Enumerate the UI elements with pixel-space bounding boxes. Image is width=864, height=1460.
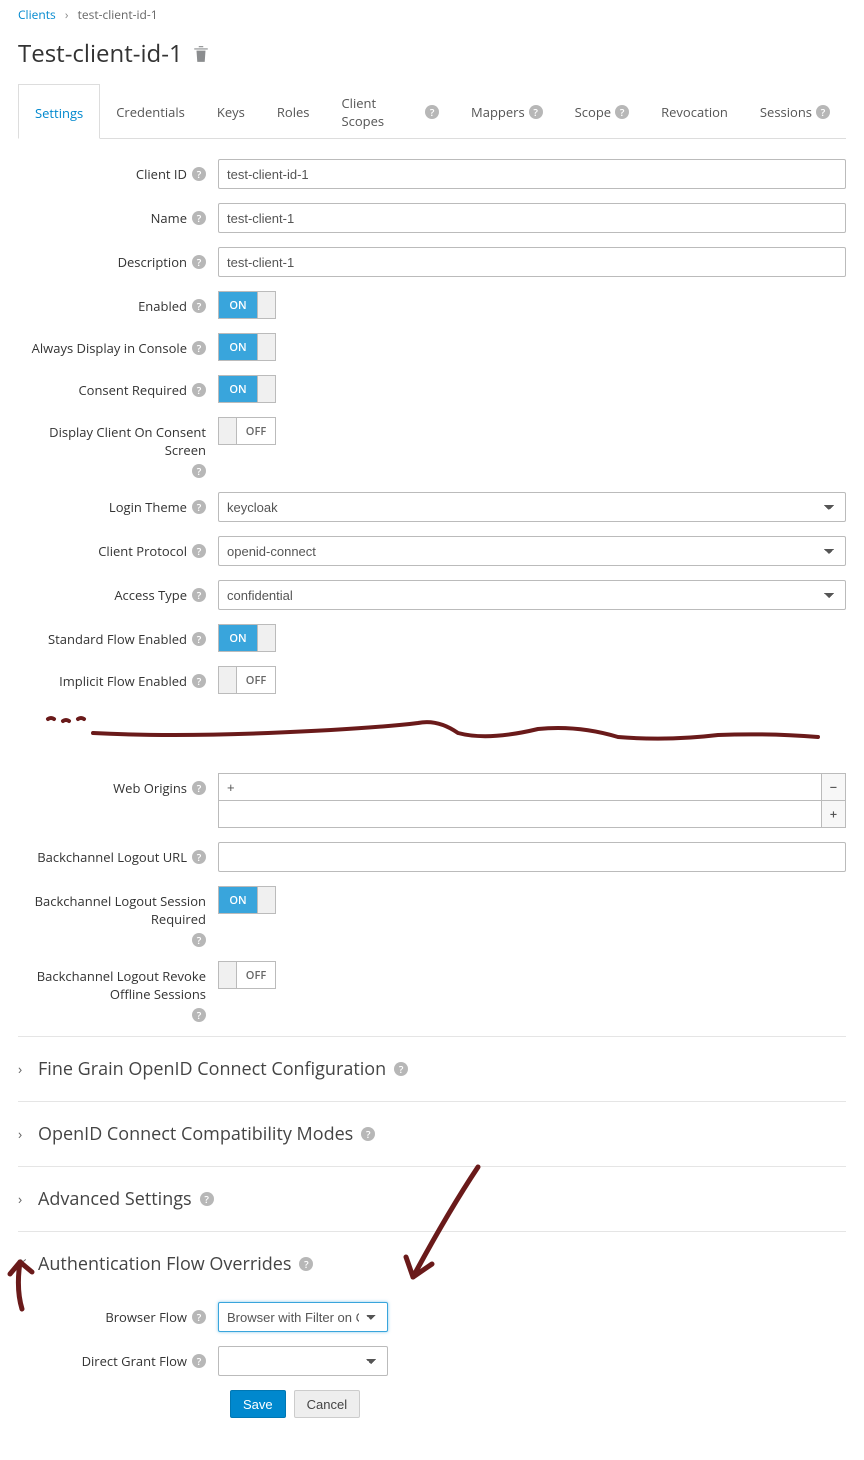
tab-mappers[interactable]: Mappers? xyxy=(455,84,559,138)
browser-flow-select[interactable]: Browser with Filter on Cli xyxy=(218,1302,388,1332)
section-auth-overrides-title: Authentication Flow Overrides xyxy=(38,1252,291,1276)
web-origins-multi: − + xyxy=(218,773,846,828)
breadcrumb-current: test-client-id-1 xyxy=(78,6,158,23)
label-client-id: Client ID xyxy=(136,165,187,183)
help-icon[interactable]: ? xyxy=(394,1062,408,1076)
label-backchannel-revoke: Backchannel Logout Revoke Offline Sessio… xyxy=(18,967,206,1003)
help-icon[interactable]: ? xyxy=(192,167,206,181)
direct-grant-flow-select[interactable] xyxy=(218,1346,388,1376)
help-icon[interactable]: ? xyxy=(192,1354,206,1368)
label-backchannel-url: Backchannel Logout URL xyxy=(37,848,187,866)
help-icon[interactable]: ? xyxy=(615,105,629,119)
help-icon[interactable]: ? xyxy=(192,211,206,225)
chevron-right-icon: › xyxy=(18,1190,30,1209)
label-standard-flow: Standard Flow Enabled xyxy=(48,630,187,648)
help-icon[interactable]: ? xyxy=(192,781,206,795)
tab-roles[interactable]: Roles xyxy=(261,84,326,138)
backchannel-logout-url-input[interactable] xyxy=(218,842,846,872)
help-icon[interactable]: ? xyxy=(361,1127,375,1141)
section-compat-title: OpenID Connect Compatibility Modes xyxy=(38,1122,353,1146)
implicit-flow-toggle[interactable]: OFF xyxy=(218,666,276,694)
tab-keys[interactable]: Keys xyxy=(201,84,261,138)
help-icon[interactable]: ? xyxy=(816,105,830,119)
label-consent-required: Consent Required xyxy=(78,381,187,399)
tab-credentials[interactable]: Credentials xyxy=(100,84,201,138)
add-origin-button[interactable]: + xyxy=(821,801,845,827)
tab-revocation[interactable]: Revocation xyxy=(645,84,744,138)
help-icon[interactable]: ? xyxy=(200,1192,214,1206)
help-icon[interactable]: ? xyxy=(192,464,206,478)
remove-origin-button[interactable]: − xyxy=(821,774,845,800)
help-icon[interactable]: ? xyxy=(192,544,206,558)
login-theme-select[interactable]: keycloak xyxy=(218,492,846,522)
label-browser-flow: Browser Flow xyxy=(105,1308,187,1326)
section-advanced-title: Advanced Settings xyxy=(38,1187,192,1211)
standard-flow-toggle[interactable]: ON xyxy=(218,624,276,652)
client-id-input[interactable] xyxy=(218,159,846,189)
help-icon[interactable]: ? xyxy=(192,933,206,947)
section-auth-overrides[interactable]: › Authentication Flow Overrides ? xyxy=(18,1248,846,1280)
label-implicit-flow: Implicit Flow Enabled xyxy=(59,672,187,690)
label-backchannel-session: Backchannel Logout Session Required xyxy=(18,892,206,928)
label-web-origins: Web Origins xyxy=(113,779,187,797)
delete-icon[interactable] xyxy=(193,45,209,63)
tab-client-scopes[interactable]: Client Scopes? xyxy=(325,84,455,138)
name-input[interactable] xyxy=(218,203,846,233)
page-title: Test-client-id-1 xyxy=(18,37,846,70)
breadcrumb-root-link[interactable]: Clients xyxy=(18,6,56,23)
always-display-toggle[interactable]: ON xyxy=(218,333,276,361)
help-icon[interactable]: ? xyxy=(192,632,206,646)
display-consent-toggle[interactable]: OFF xyxy=(218,417,276,445)
settings-form: Client ID? Name? Description? Enabled? O… xyxy=(18,139,846,1430)
help-icon[interactable]: ? xyxy=(192,1310,206,1324)
web-origins-input-new[interactable] xyxy=(219,801,821,827)
tabs: SettingsCredentialsKeysRolesClient Scope… xyxy=(18,84,846,139)
label-enabled: Enabled xyxy=(138,297,187,315)
label-direct-grant-flow: Direct Grant Flow xyxy=(82,1352,187,1370)
help-icon[interactable]: ? xyxy=(192,1008,206,1022)
help-icon[interactable]: ? xyxy=(529,105,543,119)
help-icon[interactable]: ? xyxy=(425,105,439,119)
save-button[interactable]: Save xyxy=(230,1390,286,1418)
help-icon[interactable]: ? xyxy=(192,299,206,313)
label-client-protocol: Client Protocol xyxy=(98,542,187,560)
help-icon[interactable]: ? xyxy=(192,341,206,355)
label-access-type: Access Type xyxy=(114,586,187,604)
consent-required-toggle[interactable]: ON xyxy=(218,375,276,403)
section-advanced[interactable]: › Advanced Settings ? xyxy=(18,1183,846,1215)
help-icon[interactable]: ? xyxy=(192,500,206,514)
page-title-text: Test-client-id-1 xyxy=(18,37,183,70)
label-always-display: Always Display in Console xyxy=(32,339,187,357)
help-icon[interactable]: ? xyxy=(192,383,206,397)
section-compat[interactable]: › OpenID Connect Compatibility Modes ? xyxy=(18,1118,846,1150)
label-login-theme: Login Theme xyxy=(109,498,187,516)
breadcrumb-separator: › xyxy=(65,6,69,23)
client-protocol-select[interactable]: openid-connect xyxy=(218,536,846,566)
label-display-consent-screen: Display Client On Consent Screen xyxy=(18,423,206,459)
description-input[interactable] xyxy=(218,247,846,277)
help-icon[interactable]: ? xyxy=(192,588,206,602)
section-fine-grain[interactable]: › Fine Grain OpenID Connect Configuratio… xyxy=(18,1053,846,1085)
section-fine-grain-title: Fine Grain OpenID Connect Configuration xyxy=(38,1057,386,1081)
help-icon[interactable]: ? xyxy=(192,255,206,269)
chevron-down-icon: › xyxy=(15,1258,34,1270)
label-description: Description xyxy=(118,253,187,271)
access-type-select[interactable]: confidential xyxy=(218,580,846,610)
backchannel-session-toggle[interactable]: ON xyxy=(218,886,276,914)
chevron-right-icon: › xyxy=(18,1125,30,1144)
enabled-toggle[interactable]: ON xyxy=(218,291,276,319)
backchannel-revoke-toggle[interactable]: OFF xyxy=(218,961,276,989)
help-icon[interactable]: ? xyxy=(299,1257,313,1271)
tab-sessions[interactable]: Sessions? xyxy=(744,84,846,138)
label-name: Name xyxy=(151,209,187,227)
web-origins-input-0[interactable] xyxy=(219,774,821,800)
cancel-button[interactable]: Cancel xyxy=(294,1390,360,1418)
tab-scope[interactable]: Scope? xyxy=(559,84,645,138)
help-icon[interactable]: ? xyxy=(192,850,206,864)
tab-settings[interactable]: Settings xyxy=(18,84,100,139)
help-icon[interactable]: ? xyxy=(192,674,206,688)
annotation-squiggle xyxy=(18,711,846,751)
breadcrumb: Clients › test-client-id-1 xyxy=(18,0,846,33)
chevron-right-icon: › xyxy=(18,1060,30,1079)
